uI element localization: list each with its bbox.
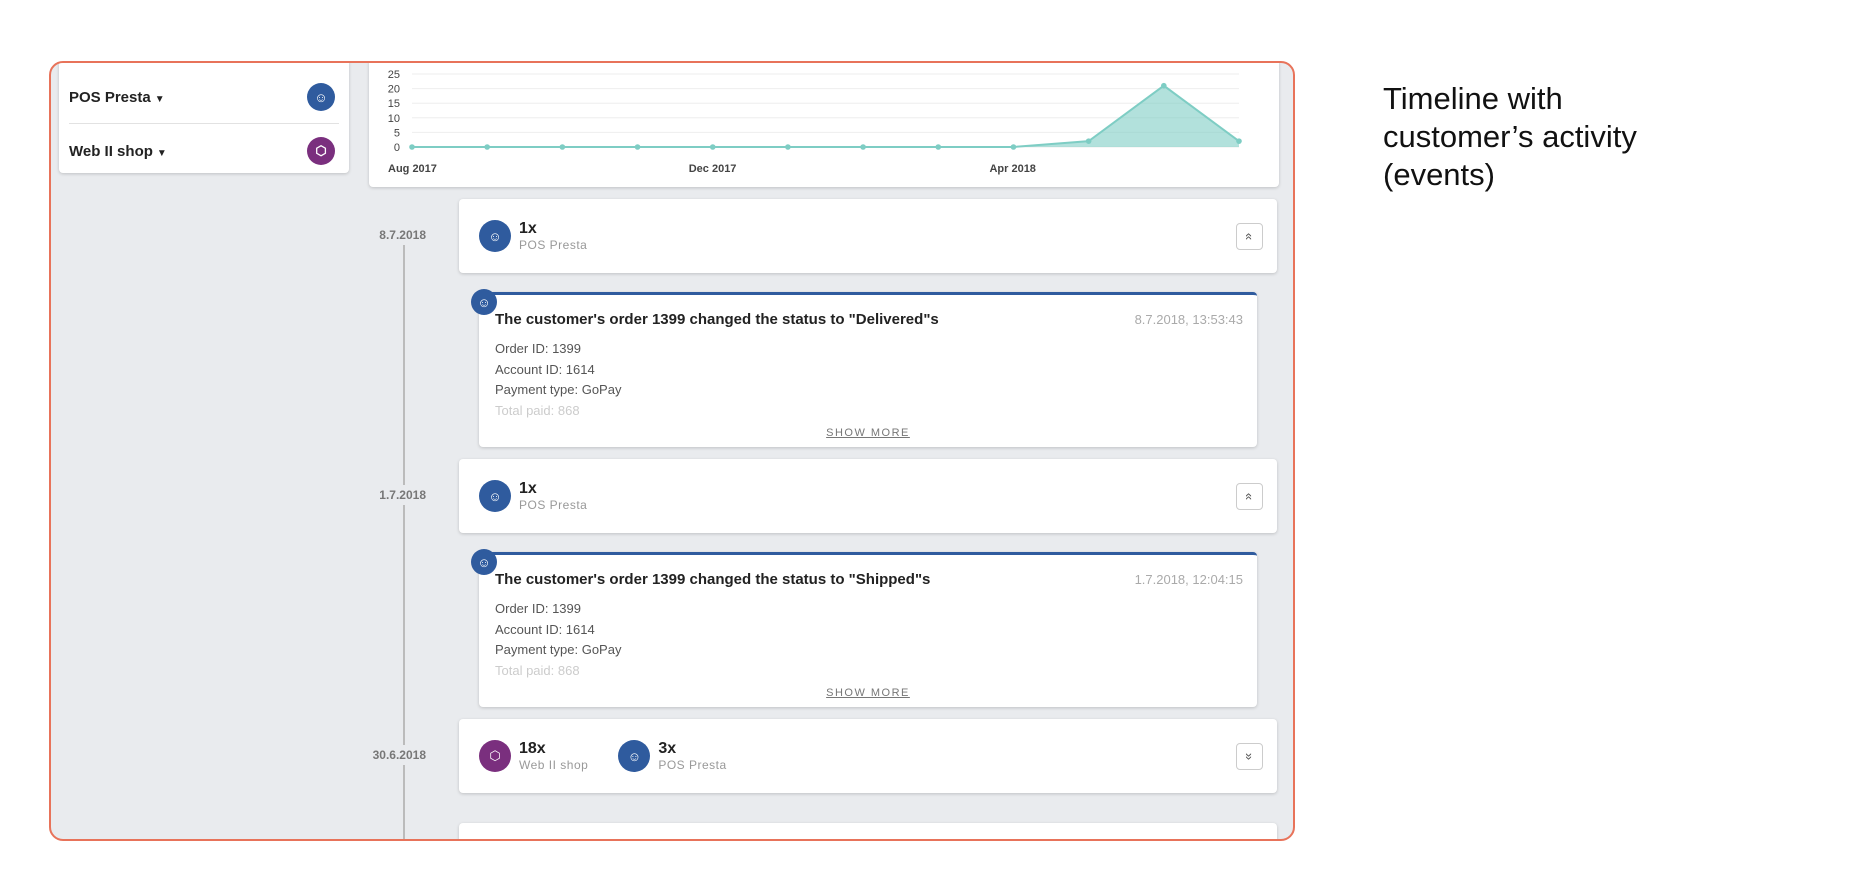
- event-attribute: Total paid: 868: [495, 662, 580, 678]
- y-tick-label: 20: [388, 84, 400, 96]
- event-source: Web II shop: [519, 758, 589, 772]
- event-attribute: Payment type: GoPay: [495, 382, 622, 397]
- timeline-group: ☺ 1x POS Presta «: [459, 199, 1277, 273]
- caret-down-icon: ▼: [156, 147, 167, 159]
- source-label: Web II shop: [69, 142, 153, 160]
- timeline-group: ⬡2x»: [459, 823, 1277, 839]
- x-tick-label: Dec 2017: [689, 163, 737, 175]
- pos-presta-icon: ☺: [307, 83, 335, 111]
- x-tick-label: Apr 2018: [989, 163, 1035, 175]
- event-timestamp: 8.7.2018, 13:53:43: [1134, 312, 1243, 327]
- event-timestamp: 1.7.2018, 12:04:15: [1134, 572, 1243, 587]
- data-point: [1161, 82, 1167, 89]
- data-point: [1010, 144, 1017, 150]
- event-attribute: Payment type: GoPay: [495, 642, 622, 657]
- event-source: POS Presta: [519, 498, 588, 512]
- show-more-link[interactable]: SHOW MORE: [479, 427, 1257, 439]
- y-tick-label: 0: [394, 142, 400, 154]
- event-count: 3x: [658, 740, 677, 757]
- expand-button[interactable]: »: [1236, 743, 1263, 770]
- app-frame: POS Presta ▼ ☺ Web II shop ▼ ⬡ 0 5 10 15 20 25 A…: [49, 61, 1295, 841]
- event-source-entry: ☺ 1x POS Presta: [479, 480, 587, 512]
- collapse-button[interactable]: «: [1236, 483, 1263, 510]
- event-source-entry: ⬡ 18x Web II shop: [479, 740, 588, 772]
- web-shop-icon: ⬡: [479, 740, 511, 772]
- source-filter-pos-presta[interactable]: POS Presta ▼ ☺: [69, 71, 335, 123]
- pos-presta-icon: ☺: [479, 480, 511, 512]
- data-point: [634, 144, 641, 150]
- pos-presta-icon: ☺: [471, 289, 497, 315]
- event-attribute: Account ID: 1614: [495, 621, 595, 637]
- event-count: 18x: [519, 740, 546, 757]
- data-point: [709, 144, 716, 150]
- show-more-link[interactable]: SHOW MORE: [479, 687, 1257, 699]
- event-source: POS Presta: [519, 238, 588, 252]
- data-point: [860, 144, 866, 150]
- y-tick-label: 15: [388, 98, 400, 110]
- activity-chart: 0 5 10 15 20 25 Aug 2017 Dec 2017 Apr 2018: [369, 63, 1279, 187]
- chevrons-up-icon: «: [1241, 232, 1257, 241]
- collapse-button[interactable]: «: [1236, 223, 1263, 250]
- timeline-group: ⬡ 18x Web II shop ☺ 3x POS Presta »: [459, 719, 1277, 793]
- divider: [69, 123, 339, 124]
- pos-presta-icon: ☺: [479, 220, 511, 252]
- event-source-entry: ☺ 3x POS Presta: [618, 740, 726, 772]
- y-tick-label: 25: [388, 69, 400, 81]
- chevrons-up-icon: «: [1241, 492, 1257, 501]
- caret-down-icon: ▼: [154, 93, 165, 105]
- timeline-group: ☺ 1x POS Presta «: [459, 459, 1277, 533]
- event-attribute: Account ID: 1614: [495, 361, 595, 377]
- annotation-text: Timeline with customer’s activity (event…: [1383, 81, 1637, 192]
- timeline-date: 30.6.2018: [346, 745, 426, 765]
- timeline-date: 8.7.2018: [346, 225, 426, 245]
- event-detail-card: ☺ The customer's order 1399 changed the s…: [471, 289, 1257, 447]
- source-filter-panel: POS Presta ▼ ☺ Web II shop ▼ ⬡: [59, 63, 349, 173]
- event-count: 1x: [519, 480, 537, 497]
- timeline-date: 1.7.2018: [346, 485, 426, 505]
- event-source: POS Presta: [658, 758, 727, 772]
- source-label: POS Presta: [69, 88, 151, 106]
- web-shop-icon: ⬡: [307, 137, 335, 165]
- event-attribute: Order ID: 1399: [495, 341, 581, 356]
- data-point: [484, 144, 490, 150]
- data-point: [1085, 138, 1092, 144]
- event-title: The customer's order 1399 changed the st…: [495, 311, 939, 328]
- pos-presta-icon: ☺: [471, 549, 497, 575]
- event-detail-card: ☺ The customer's order 1399 changed the s…: [471, 549, 1257, 707]
- event-attribute: Total paid: 868: [495, 402, 580, 418]
- source-filter-web-shop[interactable]: Web II shop ▼ ⬡: [69, 125, 335, 177]
- y-tick-label: 5: [394, 127, 400, 139]
- data-point: [409, 144, 415, 150]
- data-point: [1236, 138, 1242, 144]
- event-attribute: Order ID: 1399: [495, 601, 581, 616]
- event-title: The customer's order 1399 changed the st…: [495, 571, 931, 588]
- activity-chart-svg: 0 5 10 15 20 25 Aug 2017 Dec 2017 Apr 2018: [388, 69, 1242, 175]
- area-fill: [412, 85, 1239, 147]
- event-count: 1x: [519, 220, 537, 237]
- data-point: [785, 144, 791, 150]
- pos-presta-icon: ☺: [618, 740, 651, 772]
- x-tick-label: Aug 2017: [388, 163, 437, 175]
- chevrons-down-icon: »: [1241, 752, 1257, 761]
- event-source-entry: ☺ 1x POS Presta: [479, 220, 587, 252]
- data-point: [559, 144, 566, 150]
- y-tick-label: 10: [388, 113, 400, 125]
- data-point: [935, 144, 942, 150]
